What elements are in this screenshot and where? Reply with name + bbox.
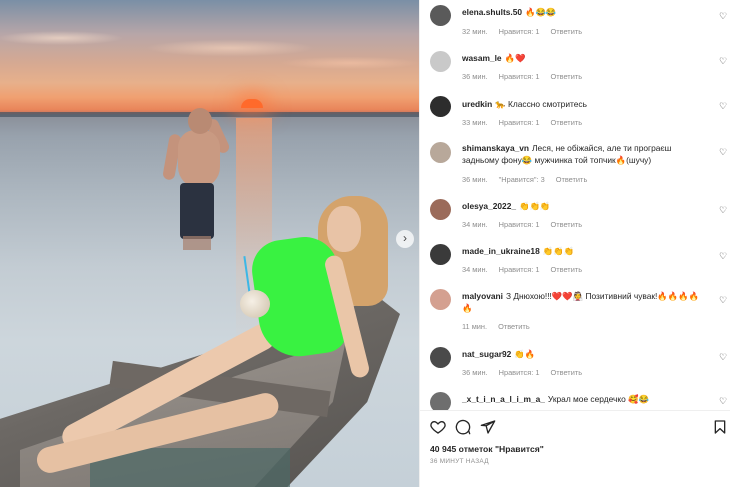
avatar[interactable] — [430, 289, 451, 310]
share-icon[interactable] — [480, 419, 496, 435]
comments-list[interactable]: elena.shults.50 🔥😂😂 32 мин. Нравится: 1 Отв… — [420, 0, 730, 410]
heart-outline-icon[interactable]: ♡ — [718, 251, 728, 261]
reply-button[interactable]: Ответить — [556, 175, 588, 184]
setting-sun — [241, 99, 263, 108]
heart-outline-icon[interactable]: ♡ — [718, 352, 728, 362]
heart-outline-icon[interactable]: ♡ — [718, 295, 728, 305]
coconut-cocktail — [240, 290, 270, 318]
comment-time: 34 мин. — [462, 265, 488, 274]
comment-meta: 36 мин. "Нравится": 3 Ответить — [462, 175, 598, 184]
avatar[interactable] — [430, 96, 451, 117]
avatar[interactable] — [430, 142, 451, 163]
reply-button[interactable]: Ответить — [550, 27, 582, 36]
heart-outline-icon[interactable]: ♡ — [718, 101, 728, 111]
comment-likes[interactable]: Нравится: 1 — [499, 220, 540, 229]
comment-username[interactable]: malyovani — [462, 291, 503, 301]
comment-meta: 11 мин. Ответить — [462, 322, 541, 331]
woman-face — [327, 206, 361, 252]
comment-text: 🔥😂😂 — [525, 7, 557, 17]
likes-count[interactable]: 40 945 отметок "Нравится" — [430, 444, 544, 454]
comment-time: 34 мин. — [462, 220, 488, 229]
heart-outline-icon[interactable]: ♡ — [718, 205, 728, 215]
comment-likes[interactable]: Нравится: 1 — [499, 265, 540, 274]
man-head — [188, 108, 212, 134]
avatar[interactable] — [430, 199, 451, 220]
reply-button[interactable]: Ответить — [550, 265, 582, 274]
comment-username[interactable]: wasam_le — [462, 53, 502, 63]
comment-username[interactable]: made_in_ukraine18 — [462, 246, 540, 256]
comment-icon[interactable] — [455, 419, 471, 435]
man-torso — [178, 130, 220, 188]
heart-outline-icon[interactable] — [430, 419, 446, 435]
avatar[interactable] — [430, 347, 451, 368]
comment-meta: 36 мин. Нравится: 1 Ответить — [462, 368, 593, 377]
comment-time: 36 мин. — [462, 368, 488, 377]
avatar[interactable] — [430, 51, 451, 72]
sky-clouds — [0, 18, 419, 78]
comment-username[interactable]: shimanskaya_vn — [462, 143, 529, 153]
comment-text: 👏🔥 — [514, 349, 536, 359]
man-legs — [183, 236, 211, 250]
comment-text: 🔥❤️ — [504, 53, 526, 63]
bookmark-icon[interactable] — [712, 419, 728, 435]
comment-username[interactable]: _x_t_i_n_a_l_i_m_a_ — [462, 394, 545, 404]
avatar[interactable] — [430, 392, 451, 410]
comment-text: 🐆 Классно смотритесь — [495, 99, 587, 109]
comment-time: 36 мин. — [462, 175, 488, 184]
comment-meta: 34 мин. Нравится: 1 Ответить — [462, 265, 593, 274]
reply-button[interactable]: Ответить — [550, 72, 582, 81]
comment-likes[interactable]: Нравится: 1 — [499, 72, 540, 81]
comment-likes[interactable]: Нравится: 1 — [499, 118, 540, 127]
comment-text: 👏👏👏 — [542, 246, 575, 256]
comment-time: 36 мин. — [462, 72, 488, 81]
comment-likes[interactable]: Нравится: 1 — [499, 27, 540, 36]
comment-meta: 36 мин. Нравится: 1 Ответить — [462, 72, 593, 81]
comment-text: 👏👏👏 — [519, 201, 551, 211]
post-actions-bar: 40 945 отметок "Нравится" 36 минут назад — [420, 410, 730, 487]
man-shorts — [180, 183, 214, 239]
comment-username[interactable]: olesya_2022_ — [462, 201, 516, 211]
comment-username[interactable]: elena.shults.50 — [462, 7, 522, 17]
comment-time: 32 мин. — [462, 27, 488, 36]
comment-username[interactable]: nat_sugar92 — [462, 349, 511, 359]
comment-time: 11 мин. — [462, 322, 488, 331]
comment-likes[interactable]: "Нравится": 3 — [499, 175, 545, 184]
reply-button[interactable]: Ответить — [550, 220, 582, 229]
reply-button[interactable]: Ответить — [550, 368, 582, 377]
comment-likes[interactable]: Нравится: 1 — [499, 368, 540, 377]
comment-meta: 32 мин. Нравится: 1 Ответить — [462, 27, 593, 36]
heart-outline-icon[interactable]: ♡ — [718, 396, 728, 406]
reply-button[interactable]: Ответить — [498, 322, 530, 331]
heart-outline-icon[interactable]: ♡ — [718, 147, 728, 157]
comments-panel: elena.shults.50 🔥😂😂 32 мин. Нравится: 1 Отв… — [419, 0, 730, 487]
post-time[interactable]: 36 минут назад — [430, 458, 489, 465]
avatar[interactable] — [430, 244, 451, 265]
heart-outline-icon[interactable]: ♡ — [718, 56, 728, 66]
comment-meta: 34 мин. Нравится: 1 Ответить — [462, 220, 593, 229]
heart-outline-icon[interactable]: ♡ — [718, 11, 728, 21]
comment-meta: 33 мин. Нравится: 1 Ответить — [462, 118, 593, 127]
avatar[interactable] — [430, 5, 451, 26]
comment-time: 33 мин. — [462, 118, 488, 127]
chevron-right-icon[interactable]: › — [396, 230, 414, 248]
comment-text: Украл мое сердечко 🥰😂 — [547, 394, 649, 404]
post-photo[interactable]: › — [0, 0, 419, 487]
reply-button[interactable]: Ответить — [550, 118, 582, 127]
comment-username[interactable]: uredkin — [462, 99, 492, 109]
